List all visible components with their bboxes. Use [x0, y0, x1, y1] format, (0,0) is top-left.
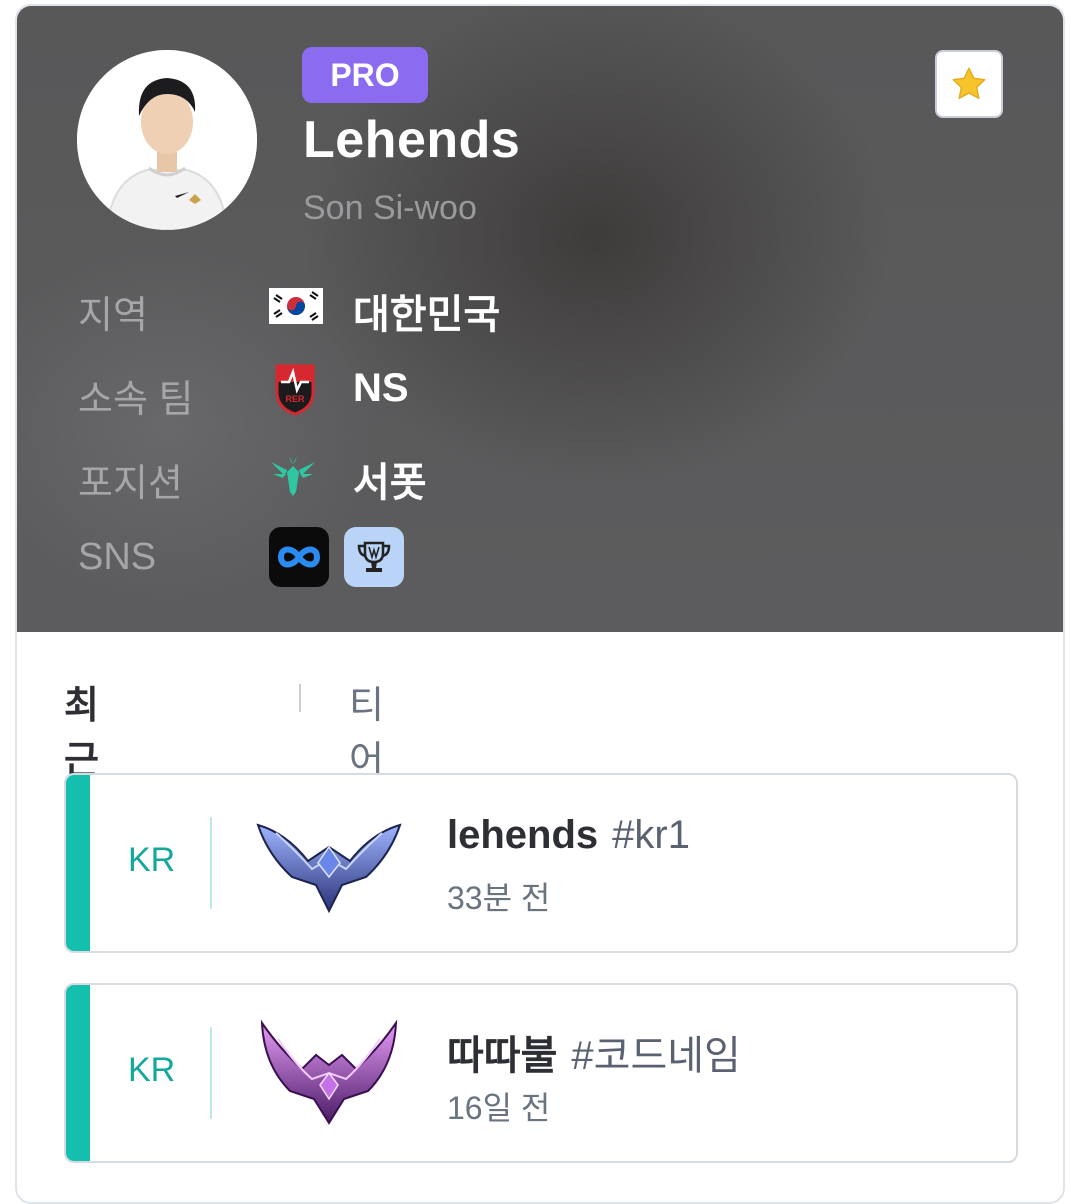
account-last-played: 16일 전 [447, 1090, 551, 1126]
account-tag: #kr1 [612, 813, 690, 857]
player-name: Lehends [303, 111, 521, 169]
sns-link-trophy[interactable] [344, 527, 404, 587]
team-logo-icon[interactable]: RER [273, 362, 317, 421]
master-emblem-icon [256, 1015, 402, 1130]
tab-divider [299, 684, 301, 712]
account-name: lehends #kr1 [447, 813, 690, 858]
account-accent-bar [66, 775, 90, 951]
team-value: NS [353, 366, 409, 410]
korea-flag-icon [269, 288, 323, 329]
account-name: 따따불 #코드네임 [447, 1023, 741, 1081]
infinity-icon [277, 546, 321, 568]
pro-badge: PRO [302, 47, 428, 103]
account-game-name: 따따불 [447, 1034, 558, 1078]
region-label: 지역 [78, 295, 148, 337]
player-avatar [77, 50, 257, 230]
player-photo-icon [77, 50, 257, 230]
account-region: KR [128, 1051, 176, 1089]
region-value: 대한민국 [353, 293, 501, 337]
account-tag: #코드네임 [571, 1034, 741, 1078]
team-label: 소속 팀 [78, 379, 194, 421]
player-real-name: Son Si-woo [303, 189, 477, 227]
player-profile-card: PRO Lehends Son Si-woo 지역 대한민국 소속 팀 RER … [15, 4, 1065, 1204]
account-card[interactable]: KR 따따불 #코드네임 16일 전 [64, 983, 1018, 1163]
account-region: KR [128, 841, 176, 879]
account-game-name: lehends [447, 813, 599, 857]
account-divider [210, 817, 212, 909]
sns-label: SNS [78, 536, 157, 578]
account-accent-bar [66, 985, 90, 1161]
account-last-played: 33분 전 [447, 880, 551, 916]
trophy-icon [357, 541, 391, 572]
sns-link-infinity[interactable] [269, 527, 329, 587]
favorite-button[interactable] [935, 50, 1003, 118]
account-card[interactable]: KR lehends #kr1 33분 전 [64, 773, 1018, 953]
position-label: 포지션 [78, 463, 183, 505]
diamond-emblem-icon [256, 803, 402, 918]
account-divider [210, 1027, 212, 1119]
star-icon [952, 67, 986, 100]
profile-header: PRO Lehends Son Si-woo 지역 대한민국 소속 팀 RER … [17, 6, 1063, 632]
svg-text:RER: RER [285, 394, 305, 404]
position-value: 서폿 [353, 461, 427, 505]
support-position-icon [269, 452, 317, 501]
